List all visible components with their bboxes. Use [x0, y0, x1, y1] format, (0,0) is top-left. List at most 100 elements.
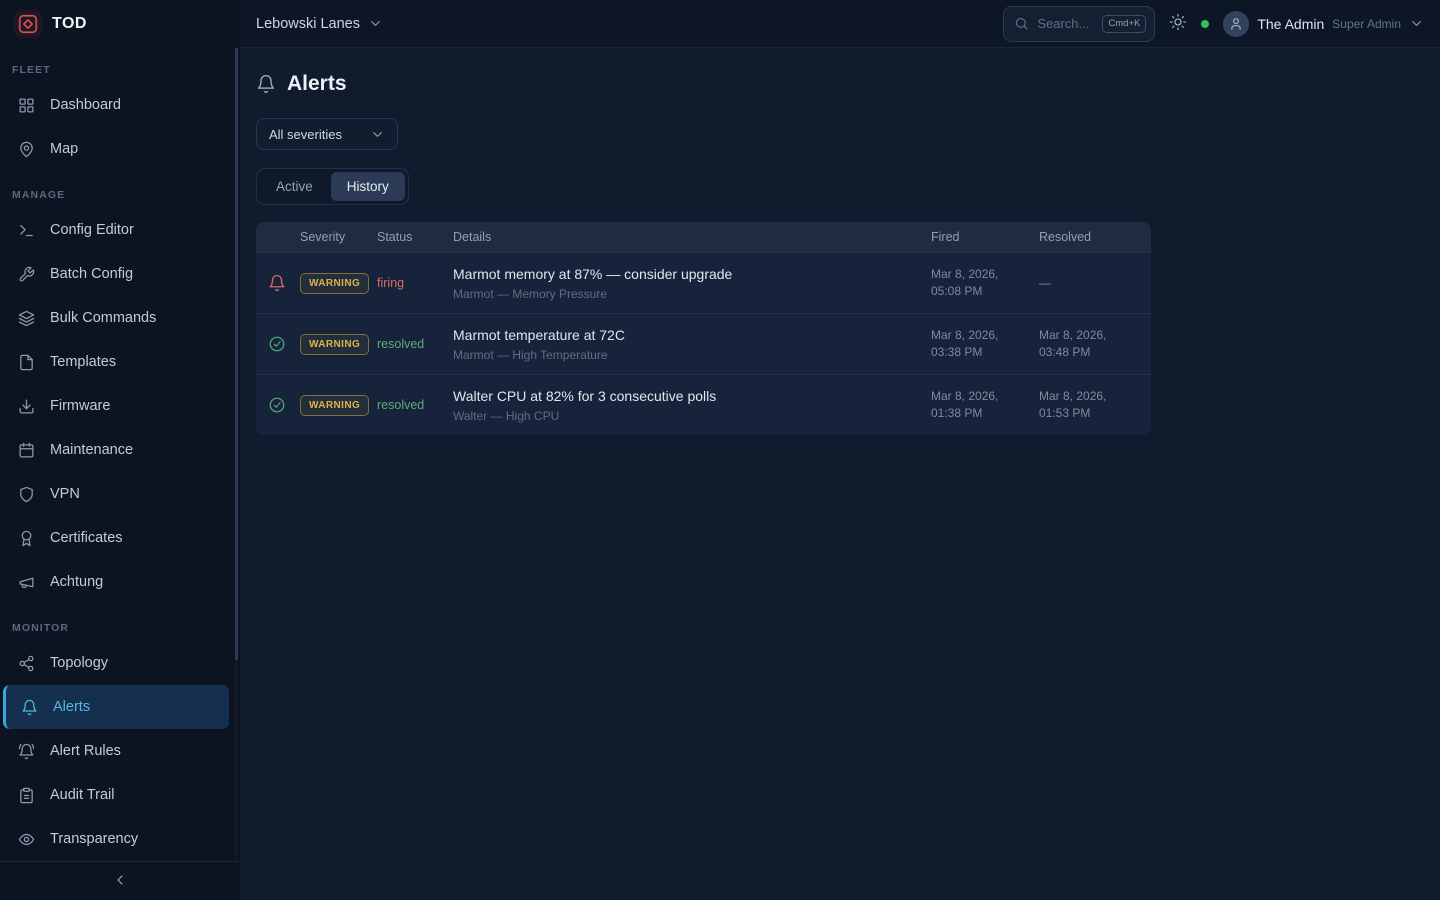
sidebar-section-fleet: FLEET Dashboard Map: [0, 56, 240, 171]
section-label-monitor: MONITOR: [0, 614, 240, 641]
sidebar-item-label: Maintenance: [50, 442, 133, 458]
terminal-icon: [18, 222, 35, 239]
sidebar-item-label: Certificates: [50, 530, 123, 546]
page-head: Alerts: [256, 72, 347, 96]
org-selector[interactable]: Lebowski Lanes: [256, 16, 383, 32]
col-resolved: Resolved: [1039, 230, 1139, 244]
sidebar-item-topology[interactable]: Topology: [0, 641, 240, 685]
sidebar-item-batch-config[interactable]: Batch Config: [0, 252, 240, 296]
alert-title: Marmot temperature at 72C: [453, 327, 931, 343]
sidebar-item-vpn[interactable]: VPN: [0, 472, 240, 516]
search-icon: [1014, 16, 1029, 31]
user-name: The Admin: [1257, 16, 1324, 32]
resolved-time: Mar 8, 2026, 01:53 PM: [1039, 388, 1139, 422]
col-severity: Severity: [300, 230, 377, 244]
col-fired: Fired: [931, 230, 1039, 244]
alert-row[interactable]: WARNING firing Marmot memory at 87% — co…: [256, 252, 1151, 313]
alert-subtitle: Walter — High CPU: [453, 409, 931, 423]
status-text: firing: [377, 276, 453, 290]
megaphone-icon: [18, 574, 35, 591]
fired-time: Mar 8, 2026, 05:08 PM: [931, 266, 1039, 300]
chevron-down-icon: [1409, 16, 1424, 31]
sidebar-item-label: Transparency: [50, 831, 138, 847]
tod-logo-icon: [14, 10, 42, 38]
sidebar-item-alert-rules[interactable]: Alert Rules: [0, 729, 240, 773]
sidebar-scrollbar-thumb[interactable]: [235, 48, 238, 660]
topbar: Lebowski Lanes Cmd+K The Admin Super Adm…: [240, 0, 1440, 48]
sidebar-item-label: Alert Rules: [50, 743, 121, 759]
alert-row[interactable]: WARNING resolved Walter CPU at 82% for 3…: [256, 374, 1151, 435]
chevron-left-icon: [112, 872, 128, 891]
sidebar-item-firmware[interactable]: Firmware: [0, 384, 240, 428]
eye-icon: [18, 831, 35, 848]
sidebar-item-alerts[interactable]: Alerts: [3, 685, 229, 729]
alert-row[interactable]: WARNING resolved Marmot temperature at 7…: [256, 313, 1151, 374]
check-circle-icon: [268, 396, 300, 414]
severity-filter-select[interactable]: All severities: [256, 118, 398, 150]
search-input[interactable]: [1037, 16, 1094, 31]
sidebar-footer: [0, 861, 240, 900]
sidebar-item-achtung[interactable]: Achtung: [0, 560, 240, 604]
alerts-tabs: Active History: [256, 168, 409, 205]
main-area: Lebowski Lanes Cmd+K The Admin Super Adm…: [240, 0, 1440, 900]
tab-history[interactable]: History: [331, 172, 405, 201]
fired-time: Mar 8, 2026, 01:38 PM: [931, 388, 1039, 422]
severity-badge: WARNING: [300, 395, 369, 416]
severity-badge: WARNING: [300, 273, 369, 294]
section-label-fleet: FLEET: [0, 56, 240, 83]
sidebar: TOD FLEET Dashboard Map MANAGE Config Ed…: [0, 0, 240, 900]
page-title: Alerts: [287, 72, 347, 96]
alert-title: Marmot memory at 87% — consider upgrade: [453, 266, 931, 282]
bell-icon: [256, 74, 276, 94]
brand: TOD: [0, 0, 240, 48]
sidebar-item-maintenance[interactable]: Maintenance: [0, 428, 240, 472]
col-status: Status: [377, 230, 453, 244]
download-icon: [18, 398, 35, 415]
alerts-page: Alerts All severities Active History Sev…: [240, 48, 1440, 455]
severity-filter-value: All severities: [269, 127, 342, 142]
resolved-time: Mar 8, 2026, 03:48 PM: [1039, 327, 1139, 361]
severity-badge: WARNING: [300, 334, 369, 355]
org-name: Lebowski Lanes: [256, 16, 360, 32]
sidebar-item-label: Audit Trail: [50, 787, 114, 803]
sidebar-item-dashboard[interactable]: Dashboard: [0, 83, 240, 127]
sidebar-item-transparency[interactable]: Transparency: [0, 817, 240, 861]
sidebar-item-label: Config Editor: [50, 222, 134, 238]
check-circle-icon: [268, 335, 300, 353]
sidebar-item-config-editor[interactable]: Config Editor: [0, 208, 240, 252]
fired-time: Mar 8, 2026, 03:38 PM: [931, 327, 1039, 361]
tab-active[interactable]: Active: [260, 172, 329, 201]
search-shortcut-badge: Cmd+K: [1102, 15, 1146, 33]
topbar-right: Cmd+K The Admin Super Admin: [1003, 6, 1424, 42]
status-text: resolved: [377, 398, 453, 412]
clipboard-icon: [18, 787, 35, 804]
sidebar-item-label: VPN: [50, 486, 80, 502]
sidebar-section-monitor: MONITOR Topology Alerts Alert Rules Audi…: [0, 614, 240, 861]
theme-toggle-button[interactable]: [1169, 13, 1187, 34]
sidebar-item-audit-trail[interactable]: Audit Trail: [0, 773, 240, 817]
sidebar-item-templates[interactable]: Templates: [0, 340, 240, 384]
sidebar-item-label: Map: [50, 141, 78, 157]
layers-icon: [18, 310, 35, 327]
sidebar-nav: FLEET Dashboard Map MANAGE Config Editor: [0, 48, 240, 861]
user-menu[interactable]: The Admin Super Admin: [1223, 11, 1424, 37]
sidebar-item-map[interactable]: Map: [0, 127, 240, 171]
map-pin-icon: [18, 141, 35, 158]
award-icon: [18, 530, 35, 547]
chevron-down-icon: [370, 127, 385, 142]
alert-title: Walter CPU at 82% for 3 consecutive poll…: [453, 388, 931, 404]
sidebar-item-label: Achtung: [50, 574, 103, 590]
sun-icon: [1169, 13, 1187, 34]
sidebar-item-label: Batch Config: [50, 266, 133, 282]
sidebar-item-certificates[interactable]: Certificates: [0, 516, 240, 560]
section-label-manage: MANAGE: [0, 181, 240, 208]
search-box[interactable]: Cmd+K: [1003, 6, 1155, 42]
sidebar-item-label: Bulk Commands: [50, 310, 156, 326]
sidebar-item-bulk-commands[interactable]: Bulk Commands: [0, 296, 240, 340]
collapse-sidebar-button[interactable]: [108, 868, 132, 895]
calendar-icon: [18, 442, 35, 459]
connection-status-dot: [1201, 20, 1209, 28]
sidebar-item-label: Alerts: [53, 699, 90, 715]
bell-ring-icon: [18, 743, 35, 760]
sidebar-section-manage: MANAGE Config Editor Batch Config Bulk C…: [0, 181, 240, 604]
